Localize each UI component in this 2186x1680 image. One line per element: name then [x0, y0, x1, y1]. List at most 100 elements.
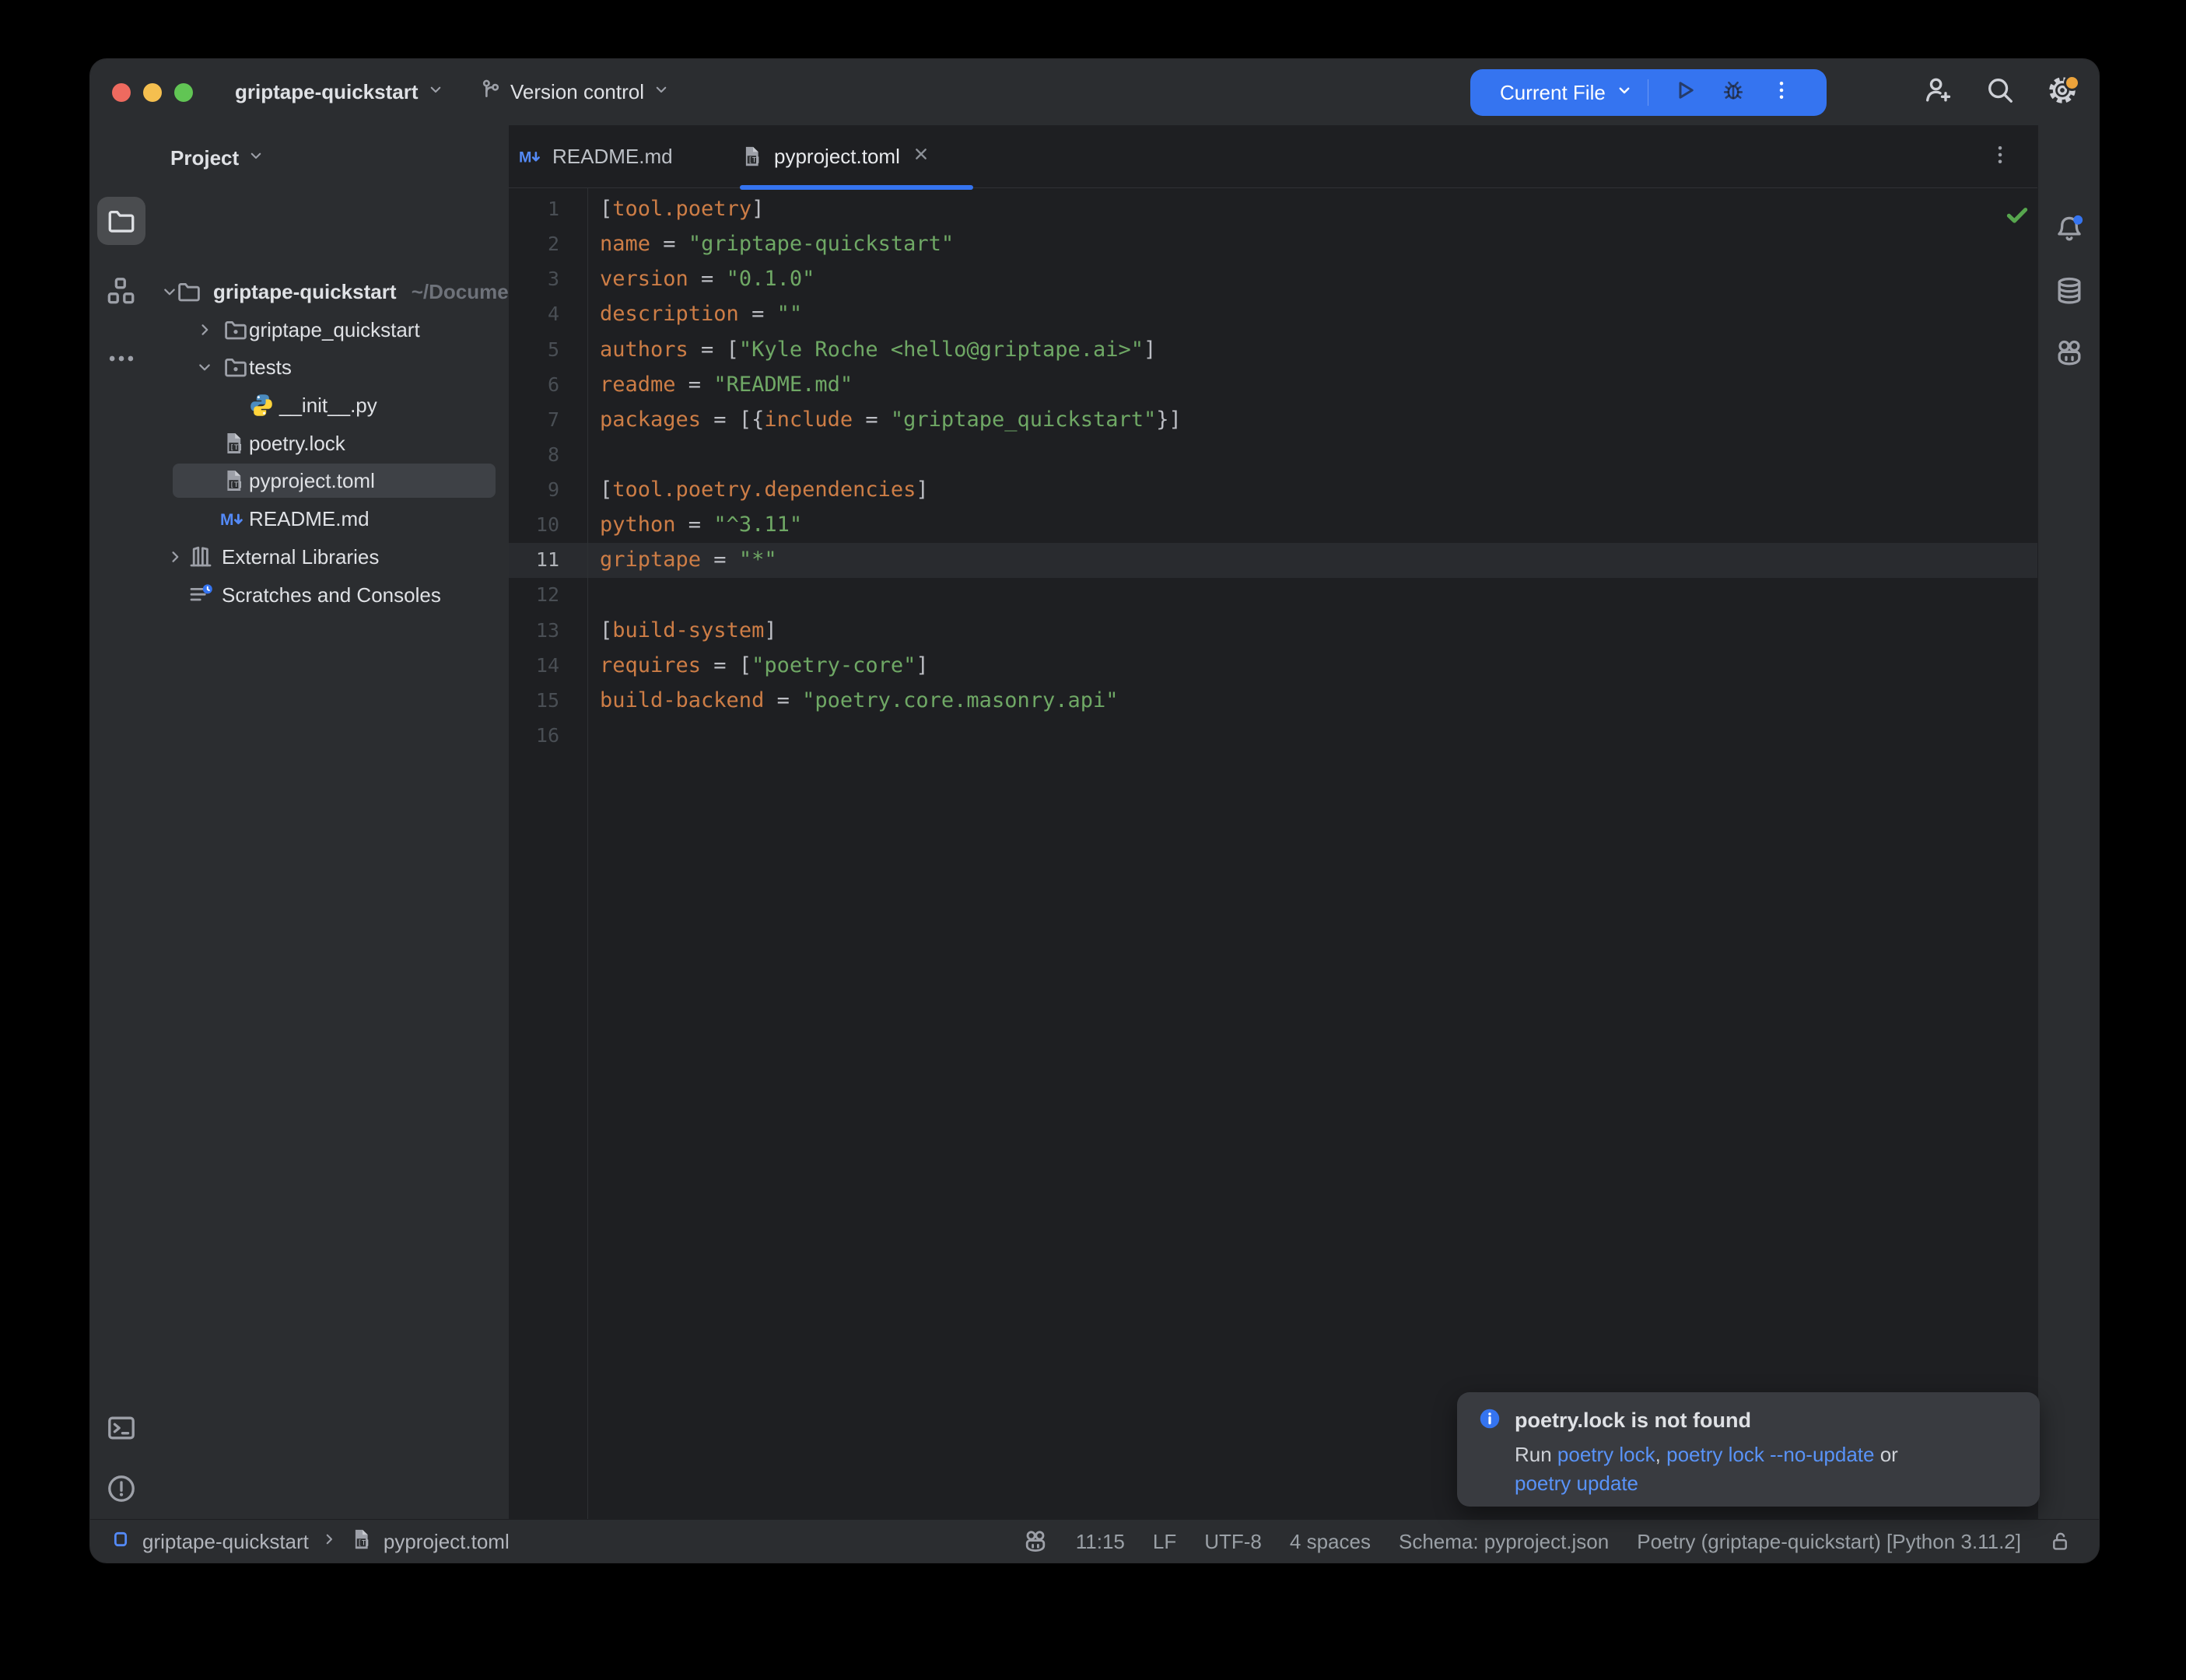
ai-assistant-tool-button[interactable] — [2045, 329, 2093, 377]
minimize-window-button[interactable] — [143, 83, 162, 102]
code-line-5[interactable]: 5authors = ["Kyle Roche <hello@griptape.… — [509, 332, 2037, 367]
code-line-12[interactable]: 12 — [509, 577, 2037, 612]
structure-tool-button[interactable] — [97, 267, 145, 315]
code-line-4[interactable]: 4description = "" — [509, 296, 2037, 331]
chevron-down-icon — [194, 357, 215, 377]
tree-item-pyproject-toml[interactable]: [T]pyproject.toml — [152, 464, 509, 498]
status-indent[interactable]: 4 spaces — [1290, 1530, 1371, 1554]
code-line-2[interactable]: 2name = "griptape-quickstart" — [509, 226, 2037, 261]
project-icon — [110, 1528, 131, 1556]
kebab-white-icon — [1771, 79, 1792, 101]
code-with-me-button[interactable] — [1923, 78, 1953, 107]
tree-item-tests[interactable]: tests — [152, 350, 509, 384]
ai-face-icon — [2055, 338, 2084, 368]
vcs-widget[interactable]: Version control — [479, 59, 671, 125]
code-line-7[interactable]: 7packages = [{include = "griptape_quicks… — [509, 402, 2037, 437]
run-config-selector[interactable]: Current File — [1500, 81, 1606, 105]
tree-item-external-libraries[interactable]: External Libraries — [152, 540, 509, 574]
line-number: 7 — [509, 408, 559, 431]
chevron-down-icon — [426, 80, 445, 104]
active-tab-indicator — [740, 185, 973, 190]
database-tool-button[interactable] — [2045, 267, 2093, 315]
more-tools-button[interactable] — [97, 334, 145, 383]
chevron-right-icon[interactable] — [165, 547, 185, 567]
code-line-14[interactable]: 14requires = ["poetry-core"] — [509, 648, 2037, 683]
svg-text:[T]: [T] — [229, 443, 243, 452]
tree-item-label: __init__.py — [279, 394, 377, 418]
code-line-11[interactable]: 11griptape = "*" — [509, 542, 2037, 577]
folder-package-icon — [223, 317, 248, 342]
chevron-right-icon[interactable] — [194, 320, 215, 340]
notification-action-link[interactable]: poetry update — [1515, 1472, 1638, 1495]
status-encoding[interactable]: UTF-8 — [1204, 1530, 1262, 1554]
project-panel-header[interactable]: Project — [170, 136, 265, 180]
tab-readme-md[interactable]: MREADME.md — [518, 125, 720, 187]
library-icon — [188, 544, 213, 569]
tree-item-poetry-lock[interactable]: [T]poetry.lock — [152, 426, 509, 460]
code-line-15[interactable]: 15build-backend = "poetry.core.masonry.a… — [509, 683, 2037, 718]
chevron-down-icon — [247, 146, 265, 165]
tree-item-griptape-quickstart[interactable]: griptape-quickstart ~/Docume — [152, 275, 509, 309]
notifications-button[interactable] — [2045, 205, 2093, 253]
kebab-icon — [1771, 79, 1792, 107]
project-panel-title: Project — [170, 146, 239, 170]
run-widget: Current File — [1470, 69, 1827, 116]
toml-file-icon: [T] — [349, 1528, 373, 1551]
notification-action-link[interactable]: poetry lock --no-update — [1666, 1443, 1874, 1466]
status-line-separator[interactable]: LF — [1153, 1530, 1176, 1554]
code-editor[interactable]: 1[tool.poetry]2name = "griptape-quicksta… — [509, 191, 2037, 753]
line-text: [build-system] — [559, 618, 777, 642]
project-selector[interactable]: griptape-quickstart — [235, 59, 445, 125]
notification-action-link[interactable]: poetry lock — [1557, 1443, 1655, 1466]
breadcrumb-project[interactable]: griptape-quickstart — [142, 1530, 309, 1554]
breadcrumb-file[interactable]: pyproject.toml — [384, 1530, 510, 1554]
editor-area[interactable]: MREADME.md [T]pyproject.toml 1[tool.poetr… — [509, 125, 2037, 1519]
zoom-window-button[interactable] — [174, 83, 193, 102]
toml-file-icon: [T] — [221, 431, 246, 456]
code-line-9[interactable]: 9[tool.poetry.dependencies] — [509, 472, 2037, 507]
tree-item-readme-md[interactable]: MREADME.md — [152, 502, 509, 536]
code-line-10[interactable]: 10python = "^3.11" — [509, 507, 2037, 542]
chevron-right-icon — [320, 1530, 338, 1554]
status-schema[interactable]: Schema: pyproject.json — [1399, 1530, 1609, 1554]
chevron-down-icon[interactable] — [1615, 81, 1634, 105]
person-add-icon — [1923, 75, 1953, 105]
project-tool-button[interactable] — [97, 197, 145, 245]
status-item-label: 4 spaces — [1290, 1530, 1371, 1554]
inspections-ok-icon[interactable] — [2004, 201, 2030, 228]
tab-options-button[interactable] — [1986, 142, 2014, 170]
status-ai-face[interactable] — [1023, 1529, 1048, 1554]
run-button[interactable] — [1661, 69, 1709, 116]
line-text: readme = "README.md" — [559, 373, 853, 397]
code-line-16[interactable]: 16 — [509, 718, 2037, 753]
chevron-down-icon — [247, 146, 265, 170]
code-line-8[interactable]: 8 — [509, 437, 2037, 472]
debug-button[interactable] — [1709, 69, 1757, 116]
close-window-button[interactable] — [112, 83, 131, 102]
status-readonly-toggle[interactable] — [2049, 1531, 2071, 1552]
search-everywhere-button[interactable] — [1985, 78, 2015, 107]
settings-button[interactable] — [2048, 78, 2077, 107]
tree-item--init-py[interactable]: __init__.py — [152, 388, 509, 422]
status-item-label: Poetry (griptape-quickstart) [Python 3.1… — [1637, 1530, 2021, 1554]
status-item-label: Schema: pyproject.json — [1399, 1530, 1609, 1554]
code-line-3[interactable]: 3version = "0.1.0" — [509, 261, 2037, 296]
tree-item-scratches-and-consoles[interactable]: Scratches and Consoles — [152, 578, 509, 612]
markdown-icon: M — [219, 506, 244, 531]
line-number: 5 — [509, 338, 559, 361]
tab-pyproject-toml[interactable]: [T]pyproject.toml — [740, 125, 973, 187]
close-tab-button[interactable] — [911, 144, 931, 170]
code-line-1[interactable]: 1[tool.poetry] — [509, 191, 2037, 226]
check-icon — [2004, 218, 2030, 231]
code-line-13[interactable]: 13[build-system] — [509, 613, 2037, 648]
code-line-6[interactable]: 6readme = "README.md" — [509, 367, 2037, 402]
terminal-tool-button[interactable] — [97, 1404, 145, 1452]
scratches-icon — [188, 583, 213, 607]
kebab-gray-icon — [1989, 144, 2011, 166]
tree-item-griptape-quickstart[interactable]: griptape_quickstart — [152, 313, 509, 347]
status-interpreter[interactable]: Poetry (griptape-quickstart) [Python 3.1… — [1637, 1530, 2021, 1554]
status-caret-position[interactable]: 11:15 — [1076, 1530, 1125, 1554]
chevron-down-icon[interactable] — [194, 357, 215, 377]
more-run-actions-button[interactable] — [1757, 69, 1806, 116]
problems-tool-button[interactable] — [97, 1465, 145, 1513]
